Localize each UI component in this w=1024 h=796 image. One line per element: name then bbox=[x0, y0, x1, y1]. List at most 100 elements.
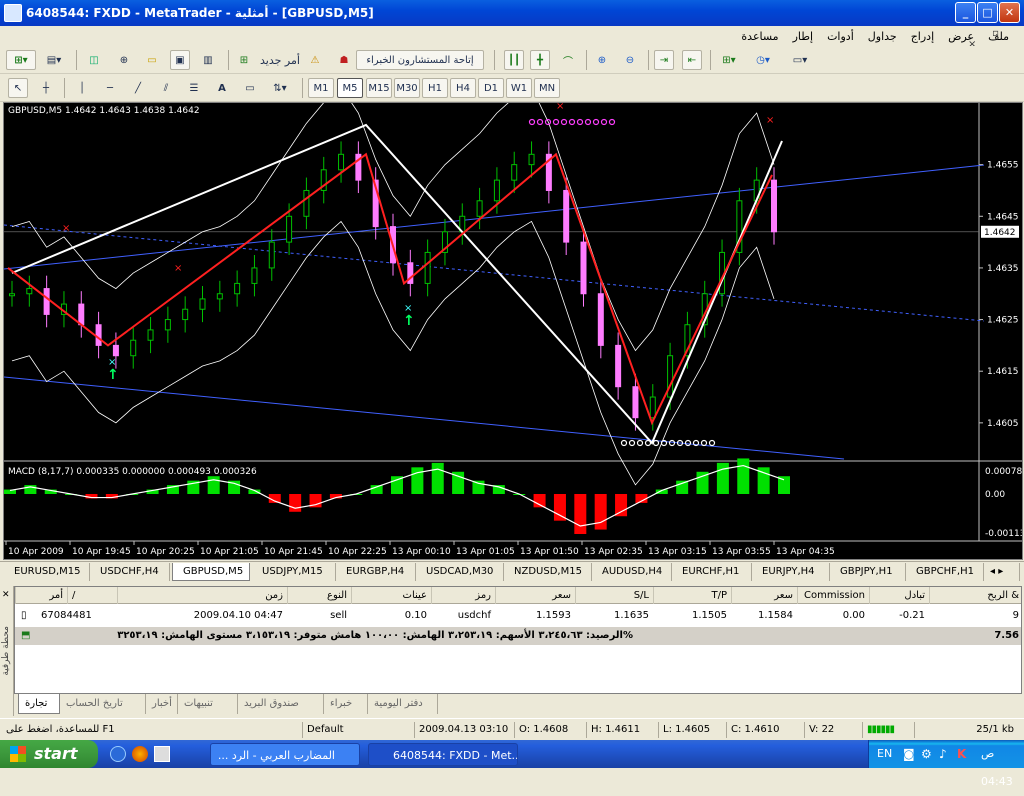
tray-volume-icon[interactable]: ♪ bbox=[939, 740, 947, 768]
new-order-icon[interactable]: ⊞ bbox=[234, 50, 254, 70]
col-order[interactable]: أمر bbox=[15, 587, 67, 604]
ie-quicklaunch-icon[interactable] bbox=[110, 746, 126, 762]
start-button[interactable]: start bbox=[0, 740, 98, 768]
indicators-icon[interactable]: ⊞▾ bbox=[716, 50, 742, 70]
expert-advisors-icon[interactable]: ☗ bbox=[334, 50, 354, 70]
macd-histogram-bar bbox=[615, 494, 628, 517]
col-type[interactable]: النوع bbox=[287, 587, 351, 604]
firefox-quicklaunch-icon[interactable] bbox=[132, 746, 148, 762]
tab-scroll-arrows-icon[interactable]: ◂ ▸ bbox=[986, 563, 1020, 581]
tray-help-icon[interactable]: ◙ bbox=[903, 740, 915, 768]
close-button[interactable]: ✕ bbox=[999, 2, 1020, 23]
tab-usdchf-h4[interactable]: USDCHF,H4 bbox=[90, 563, 170, 581]
metaeditor-warning-icon[interactable]: ⚠ bbox=[306, 50, 324, 70]
timeframe-w1[interactable]: W1 bbox=[506, 78, 532, 98]
tab-trade[interactable]: تجارة bbox=[18, 694, 60, 714]
new-order-button[interactable]: أمر جديد bbox=[256, 50, 304, 70]
tab-eurgbp-h4[interactable]: EURGBP,H4 bbox=[336, 563, 416, 581]
show-desktop-icon[interactable] bbox=[154, 746, 170, 762]
vertical-line-icon[interactable]: │ bbox=[72, 78, 92, 98]
tray-bluetooth-icon[interactable]: ⚙ bbox=[921, 740, 932, 768]
price-chart-svg[interactable]: ×××××↑×↑ 1.46551.46451.46351.46251.46151… bbox=[4, 103, 1022, 559]
tab-alerts[interactable]: تنبيهات bbox=[178, 694, 238, 714]
menu-help[interactable]: مساعدة bbox=[734, 30, 785, 43]
col-tp[interactable]: T/P bbox=[653, 587, 731, 604]
crosshair-icon[interactable]: ┼ bbox=[36, 78, 56, 98]
tab-eurchf-h1[interactable]: EURCHF,H1 bbox=[672, 563, 752, 581]
tab-experts[interactable]: خبراء bbox=[324, 694, 368, 714]
periods-clock-icon[interactable]: ◷▾ bbox=[750, 50, 776, 70]
col-commission[interactable]: Commission bbox=[797, 587, 869, 604]
trendline-icon[interactable]: ╱ bbox=[128, 78, 148, 98]
language-indicator[interactable]: EN bbox=[877, 740, 892, 768]
cursor-arrow-icon[interactable]: ↖ bbox=[8, 78, 28, 98]
taskbar-metatrader-window[interactable]: 6408544: FXDD - Met... bbox=[368, 743, 518, 766]
tray-clock[interactable]: ص 04:43 bbox=[981, 740, 1024, 796]
tab-usdcad-m30[interactable]: USDCAD,M30 bbox=[416, 563, 504, 581]
menu-charts[interactable]: جداول bbox=[861, 30, 904, 43]
bar-chart-icon[interactable]: ┃┃ bbox=[504, 50, 524, 70]
crosshair-target-icon[interactable]: ⊕ bbox=[114, 50, 134, 70]
tray-antivirus-icon[interactable]: K bbox=[957, 740, 966, 768]
col-symbol[interactable]: رمز bbox=[431, 587, 495, 604]
zoom-out-icon[interactable]: ⊖ bbox=[620, 50, 640, 70]
close-terminal-icon[interactable]: ✕ bbox=[2, 590, 10, 600]
fibonacci-icon[interactable]: ☰ bbox=[184, 78, 204, 98]
col-price[interactable]: سعر bbox=[495, 587, 575, 604]
col-swap[interactable]: تبادل bbox=[869, 587, 929, 604]
chart-window[interactable]: × × × × × ↑ × ↑ 1.4655 1.4645 1.4635 1.4625 1.4615 1… bbox=[3, 102, 1023, 560]
terminal-window-icon[interactable]: ▣ bbox=[170, 50, 190, 70]
col-profit[interactable]: الربح & bbox=[929, 587, 1023, 604]
timeframe-h4[interactable]: H4 bbox=[450, 78, 476, 98]
arrows-tool-icon[interactable]: ⇅▾ bbox=[266, 78, 294, 98]
table-row[interactable]: ▯ 67084481 2009.04.10 04:47 sell 0.10 us… bbox=[15, 607, 1021, 625]
tab-account-history[interactable]: تاريخ الحساب bbox=[60, 694, 146, 714]
new-chart-button[interactable]: ⊞▾ bbox=[6, 50, 36, 70]
timeframe-d1[interactable]: D1 bbox=[478, 78, 504, 98]
col-time[interactable]: زمن bbox=[117, 587, 287, 604]
col-sl[interactable]: S/L bbox=[575, 587, 653, 604]
menu-insert[interactable]: إدراج bbox=[904, 30, 941, 43]
tab-gbpchf-h1[interactable]: GBPCHF,H1 bbox=[906, 563, 984, 581]
navigator-folder-icon[interactable]: ▭ bbox=[142, 50, 162, 70]
profiles-icon[interactable]: ▤▾ bbox=[42, 50, 66, 70]
tester-icon[interactable]: ▥ bbox=[198, 50, 218, 70]
timeframe-mn[interactable]: MN bbox=[534, 78, 560, 98]
market-watch-icon[interactable]: ◫ bbox=[84, 50, 104, 70]
candlestick-icon[interactable]: ╋ bbox=[530, 50, 550, 70]
line-chart-icon[interactable]: ⌒ bbox=[558, 50, 578, 70]
templates-icon[interactable]: ▭▾ bbox=[786, 50, 814, 70]
tab-news[interactable]: أخبار bbox=[146, 694, 178, 714]
mdi-controls[interactable]: _ ▫ × bbox=[968, 28, 1020, 50]
expert-advisors-button[interactable]: إتاحة المستشارون الخبراء bbox=[356, 50, 484, 70]
horizontal-line-icon[interactable]: ─ bbox=[100, 78, 120, 98]
tab-gbpjpy-h1[interactable]: GBPJPY,H1 bbox=[830, 563, 906, 581]
tab-journal[interactable]: دفتر اليومية bbox=[368, 694, 438, 714]
timeframe-m1[interactable]: M1 bbox=[308, 78, 334, 98]
tab-mailbox[interactable]: صندوق البريد bbox=[238, 694, 324, 714]
text-label-icon[interactable]: ▭ bbox=[240, 78, 260, 98]
chart-shift-icon[interactable]: ⇤ bbox=[682, 50, 702, 70]
tab-eurjpy-h4[interactable]: EURJPY,H4 bbox=[752, 563, 830, 581]
timeframe-m5[interactable]: M5 bbox=[337, 78, 363, 98]
tab-gbpusd-m5[interactable]: GBPUSD,M5 bbox=[172, 563, 250, 581]
taskbar-firefox-window[interactable]: المضارب العربي - الرد ... bbox=[210, 743, 360, 766]
timeframe-h1[interactable]: H1 bbox=[422, 78, 448, 98]
col-current-price[interactable]: سعر bbox=[731, 587, 797, 604]
maximize-button[interactable]: □ bbox=[977, 2, 998, 23]
equidistant-channel-icon[interactable]: ⫽ bbox=[156, 78, 176, 98]
col-sort[interactable]: / bbox=[67, 587, 117, 604]
col-size[interactable]: عينات bbox=[351, 587, 431, 604]
menu-window[interactable]: إطار bbox=[786, 30, 820, 43]
tab-nzdusd-m15[interactable]: NZDUSD,M15 bbox=[504, 563, 592, 581]
tab-audusd-h4[interactable]: AUDUSD,H4 bbox=[592, 563, 672, 581]
autoscroll-icon[interactable]: ⇥ bbox=[654, 50, 674, 70]
text-tool-icon[interactable]: A bbox=[212, 78, 232, 98]
tab-usdjpy-m15[interactable]: USDJPY,M15 bbox=[252, 563, 336, 581]
tab-eurusd-m15[interactable]: EURUSD,M15 bbox=[4, 563, 90, 581]
minimize-button[interactable]: _ bbox=[955, 2, 976, 23]
timeframe-m15[interactable]: M15 bbox=[366, 78, 392, 98]
menu-tools[interactable]: أدوات bbox=[820, 30, 861, 43]
zoom-in-icon[interactable]: ⊕ bbox=[592, 50, 612, 70]
timeframe-m30[interactable]: M30 bbox=[394, 78, 420, 98]
